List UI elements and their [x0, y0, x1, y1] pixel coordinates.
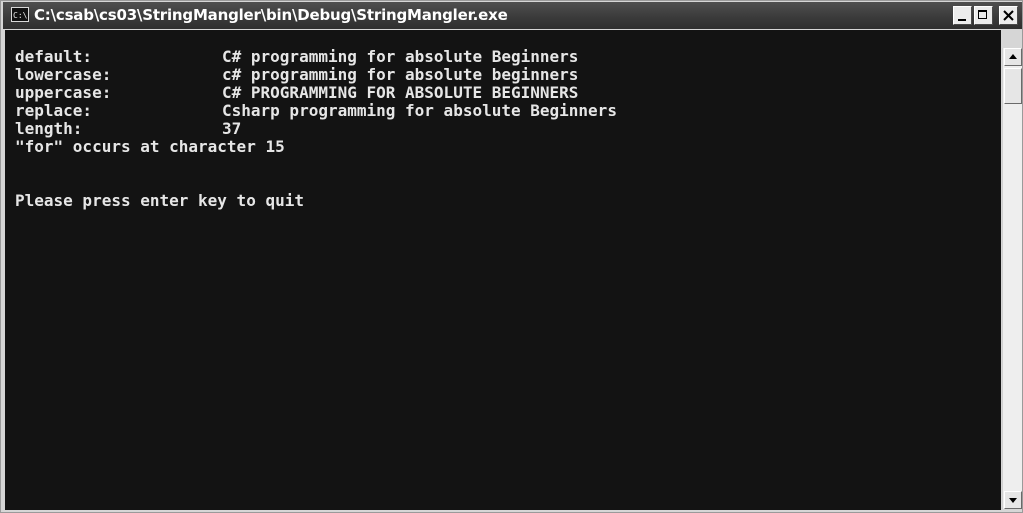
- console-line-lowercase: lowercase: c# programming for absolute be…: [15, 66, 617, 84]
- line-label: default:: [15, 47, 93, 66]
- maximize-button[interactable]: [974, 6, 993, 25]
- scrollbar-thumb[interactable]: [1004, 68, 1022, 104]
- scroll-up-button[interactable]: [1004, 48, 1022, 66]
- scroll-down-button[interactable]: [1004, 491, 1022, 509]
- close-icon: [1003, 10, 1014, 21]
- line-label: uppercase:: [15, 83, 112, 102]
- minimize-button[interactable]: [953, 6, 972, 25]
- arrow-down-icon: [1009, 498, 1017, 503]
- window-title: C:\csab\cs03\StringMangler\bin\Debug\Str…: [34, 6, 508, 24]
- line-value: Csharp programming for absolute Beginner…: [222, 101, 617, 120]
- line-label: length:: [15, 119, 83, 138]
- title-bar[interactable]: C:\ C:\csab\cs03\StringMangler\bin\Debug…: [3, 2, 1022, 29]
- vertical-scrollbar[interactable]: [1002, 48, 1022, 509]
- console-output[interactable]: default: C# programming for absolute Begi…: [5, 30, 1001, 510]
- arrow-up-icon: [1009, 54, 1017, 59]
- console-text-block: default: C# programming for absolute Begi…: [15, 48, 617, 210]
- line-label: replace:: [15, 101, 93, 120]
- line-value: C# programming for absolute Beginners: [222, 47, 579, 66]
- console-line-occurrence: "for" occurs at character 15: [15, 137, 285, 156]
- console-line-uppercase: uppercase: C# PROGRAMMING FOR ABSOLUTE BE…: [15, 84, 617, 102]
- line-value: c# programming for absolute beginners: [222, 65, 579, 84]
- line-value: C# PROGRAMMING FOR ABSOLUTE BEGINNERS: [222, 83, 579, 102]
- console-line-default: default: C# programming for absolute Begi…: [15, 48, 617, 66]
- line-value: 37: [222, 119, 242, 138]
- console-line-length: length: 37: [15, 120, 617, 138]
- console-window: C:\ C:\csab\cs03\StringMangler\bin\Debug…: [0, 0, 1023, 513]
- line-label: lowercase:: [15, 65, 112, 84]
- console-icon[interactable]: C:\: [11, 7, 29, 22]
- console-prompt: Please press enter key to quit: [15, 191, 304, 210]
- close-button[interactable]: [999, 6, 1018, 25]
- console-line-replace: replace: Csharp programming for absolute …: [15, 102, 617, 120]
